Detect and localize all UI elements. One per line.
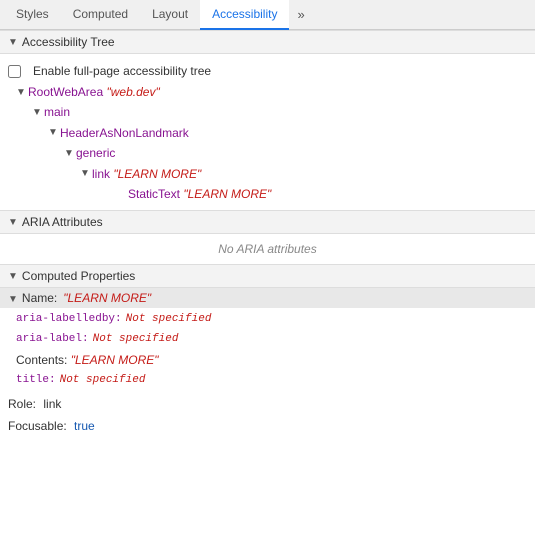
- enable-full-page-row: Enable full-page accessibility tree: [8, 60, 527, 82]
- tab-computed[interactable]: Computed: [61, 0, 140, 30]
- prop-title-key: title:: [16, 372, 56, 390]
- node-name-generic: generic: [76, 143, 115, 163]
- node-toggle-generic: ▼: [64, 145, 76, 162]
- tab-computed-label: Computed: [73, 7, 128, 21]
- node-name-statictext: StaticText: [128, 184, 180, 204]
- prop-title-value: Not specified: [60, 372, 146, 390]
- tree-node-statictext[interactable]: StaticText "LEARN MORE": [16, 184, 527, 204]
- computed-properties-section: ▼ Name: "LEARN MORE" aria-labelledby: No…: [0, 288, 535, 439]
- accessibility-tree-label: Accessibility Tree: [22, 35, 115, 49]
- tree-node-generic[interactable]: ▼ generic: [16, 143, 527, 163]
- tab-styles[interactable]: Styles: [4, 0, 61, 30]
- tree-node-main[interactable]: ▼ main: [16, 102, 527, 122]
- node-name-link: link: [92, 164, 110, 184]
- tab-styles-label: Styles: [16, 7, 49, 21]
- aria-attributes-empty: No ARIA attributes: [0, 234, 535, 264]
- tab-layout-label: Layout: [152, 7, 188, 21]
- tab-accessibility-label: Accessibility: [212, 7, 277, 21]
- node-value-rootwebarea: "web.dev": [107, 82, 160, 102]
- node-toggle-link: ▼: [80, 165, 92, 182]
- tab-more[interactable]: »: [289, 0, 312, 29]
- prop-aria-label-key: aria-label:: [16, 331, 89, 349]
- aria-attributes-toggle-icon: ▼: [8, 217, 18, 228]
- prop-role: Role: link: [8, 394, 527, 416]
- prop-title: title: Not specified: [0, 371, 535, 391]
- prop-contents: Contents: "LEARN MORE": [0, 350, 535, 371]
- tab-bar: Styles Computed Layout Accessibility »: [0, 0, 535, 30]
- tree-node-header[interactable]: ▼ HeaderAsNonLandmark: [16, 123, 527, 143]
- prop-aria-labelledby-value: Not specified: [126, 311, 212, 329]
- node-name-main: main: [44, 102, 70, 122]
- tree-nodes: ▼ RootWebArea "web.dev" ▼ main ▼ HeaderA…: [8, 82, 527, 204]
- node-toggle-root: ▼: [16, 84, 28, 101]
- enable-full-page-checkbox[interactable]: [8, 65, 21, 78]
- tab-more-label: »: [297, 7, 304, 22]
- node-value-statictext: "LEARN MORE": [183, 184, 271, 204]
- node-name-rootwebarea: RootWebArea: [28, 82, 103, 102]
- tree-node-link[interactable]: ▼ link "LEARN MORE": [16, 164, 527, 184]
- prop-role-value-text: link: [43, 394, 61, 416]
- panel: ▼ Accessibility Tree Enable full-page ac…: [0, 30, 535, 547]
- computed-name-row: ▼ Name: "LEARN MORE": [0, 288, 535, 308]
- accessibility-tree-section: Enable full-page accessibility tree ▼ Ro…: [0, 54, 535, 210]
- aria-empty-message: No ARIA attributes: [218, 242, 316, 256]
- tab-layout[interactable]: Layout: [140, 0, 200, 30]
- computed-properties-header[interactable]: ▼ Computed Properties: [0, 264, 535, 288]
- prop-contents-key: Contents:: [16, 351, 71, 370]
- computed-name-toggle-icon: ▼: [8, 294, 18, 305]
- prop-aria-labelledby-key: aria-labelledby:: [16, 311, 122, 329]
- aria-attributes-header[interactable]: ▼ ARIA Attributes: [0, 210, 535, 234]
- prop-role-key: Role:: [8, 394, 36, 416]
- computed-name-key: Name:: [22, 291, 57, 305]
- prop-focusable-key: Focusable:: [8, 416, 67, 438]
- tab-accessibility[interactable]: Accessibility: [200, 0, 289, 30]
- computed-sub-properties: aria-labelledby: Not specified aria-labe…: [0, 308, 535, 392]
- prop-aria-label-value: Not specified: [93, 331, 179, 349]
- accessibility-tree-toggle-icon: ▼: [8, 37, 18, 48]
- aria-attributes-label: ARIA Attributes: [22, 215, 103, 229]
- enable-full-page-label: Enable full-page accessibility tree: [33, 64, 211, 78]
- node-toggle-statictext: [116, 186, 128, 203]
- node-toggle-main: ▼: [32, 104, 44, 121]
- accessibility-tree-header[interactable]: ▼ Accessibility Tree: [0, 30, 535, 54]
- node-name-header: HeaderAsNonLandmark: [60, 123, 189, 143]
- node-value-link: "LEARN MORE": [113, 164, 201, 184]
- prop-focusable: Focusable: true: [8, 416, 527, 438]
- computed-name-value: "LEARN MORE": [63, 291, 151, 305]
- tree-node-rootwebarea[interactable]: ▼ RootWebArea "web.dev": [16, 82, 527, 102]
- prop-aria-label: aria-label: Not specified: [0, 330, 535, 350]
- node-toggle-header: ▼: [48, 124, 60, 141]
- prop-aria-labelledby: aria-labelledby: Not specified: [0, 310, 535, 330]
- bottom-properties: Role: link Focusable: true: [0, 392, 535, 439]
- computed-properties-label: Computed Properties: [22, 269, 135, 283]
- prop-focusable-value-text: true: [74, 416, 95, 438]
- computed-properties-toggle-icon: ▼: [8, 271, 18, 282]
- prop-contents-value: "LEARN MORE": [71, 351, 159, 370]
